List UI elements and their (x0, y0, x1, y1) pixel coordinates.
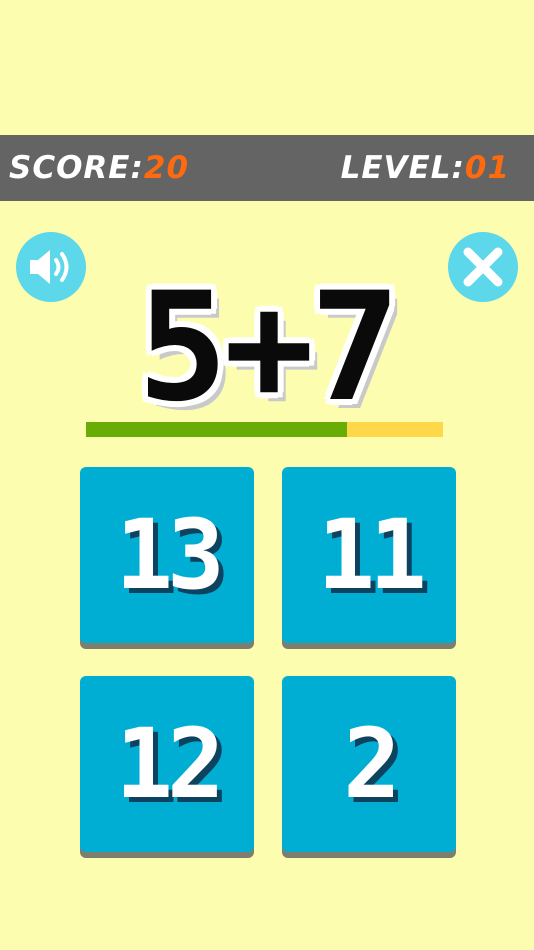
answer-button-2[interactable]: 11 (282, 467, 456, 643)
level-value: 01 (464, 150, 510, 186)
score-display: SCORE:20 (9, 135, 189, 201)
score-label: SCORE: (9, 150, 144, 186)
answer-label: 13 (115, 499, 225, 611)
answer-button-3[interactable]: 12 (80, 676, 254, 852)
level-label: LEVEL: (340, 150, 465, 186)
level-display: LEVEL:01 (341, 135, 510, 201)
math-question: 5+7 (137, 261, 401, 435)
top-bar: SCORE:20 LEVEL:01 (0, 135, 534, 201)
answer-label: 2 (343, 708, 401, 820)
answer-button-4[interactable]: 2 (282, 676, 456, 852)
score-value: 20 (143, 150, 190, 186)
answer-label: 11 (317, 499, 427, 611)
answer-button-1[interactable]: 13 (80, 467, 254, 643)
answer-label: 12 (115, 708, 225, 820)
timer-bar (86, 422, 443, 437)
timer-fill (86, 422, 347, 437)
